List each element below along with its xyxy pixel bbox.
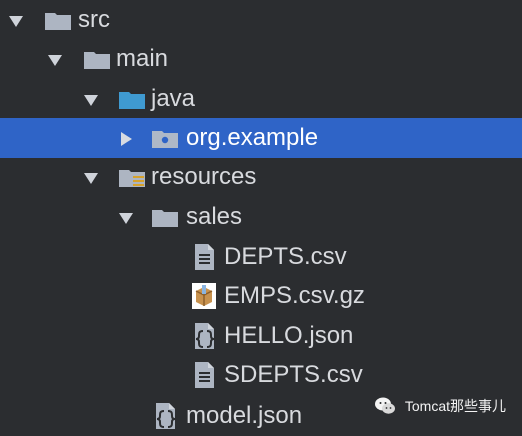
json-file-icon [156, 403, 176, 429]
watermark-text: Tomcat那些事儿 [404, 398, 506, 414]
chevron-down-icon[interactable] [117, 209, 135, 227]
json-file-icon [195, 323, 215, 349]
tree-row-src[interactable]: src [0, 0, 522, 40]
watermark: Tomcat那些事儿 [373, 392, 506, 420]
tree-label-sales: sales [186, 203, 243, 230]
package-icon [152, 131, 178, 148]
tree-row-org-example[interactable]: org.example [0, 118, 522, 158]
tree-label-emps-csv-gz: EMPS.csv.gz [224, 282, 365, 309]
tree-label-model-json: model.json [186, 402, 303, 429]
tree-label-main: main [116, 45, 169, 72]
tree-label-sdepts-csv: SDEPTS.csv [224, 361, 363, 388]
csv-file-icon [195, 244, 214, 270]
resources-folder-icon [119, 170, 145, 187]
chevron-down-icon[interactable] [7, 12, 25, 30]
tree-row-resources[interactable]: resources [0, 157, 522, 197]
tree-row-sales[interactable]: sales [0, 197, 522, 237]
chevron-down-icon[interactable] [82, 169, 100, 187]
tree-row-main[interactable]: main [0, 39, 522, 79]
archive-file-icon [192, 283, 216, 309]
tree-row-java[interactable]: java [0, 79, 522, 119]
chevron-right-icon[interactable] [117, 130, 135, 148]
chevron-down-icon[interactable] [82, 91, 100, 109]
tree-row-depts-csv[interactable]: DEPTS.csv [0, 237, 522, 277]
wechat-icon [374, 397, 395, 414]
tree-label-depts-csv: DEPTS.csv [224, 243, 347, 270]
folder-icon [152, 210, 178, 227]
tree-row-hello-json[interactable]: HELLO.json [0, 316, 522, 356]
tree-label-hello-json: HELLO.json [224, 322, 354, 349]
chevron-down-icon[interactable] [46, 51, 64, 69]
project-tree: src main java org.example resources sale… [0, 0, 522, 436]
source-folder-icon [119, 92, 145, 109]
tree-row-sdepts-csv[interactable]: SDEPTS.csv [0, 355, 522, 395]
tree-label-src: src [78, 6, 110, 33]
tree-label-java: java [151, 85, 196, 112]
csv-file-icon [195, 362, 214, 388]
folder-icon [45, 13, 71, 30]
folder-icon [84, 52, 110, 69]
tree-label-org-example: org.example [186, 124, 319, 151]
tree-label-resources: resources [151, 163, 257, 190]
tree-row-emps-csv-gz[interactable]: EMPS.csv.gz [0, 276, 522, 316]
